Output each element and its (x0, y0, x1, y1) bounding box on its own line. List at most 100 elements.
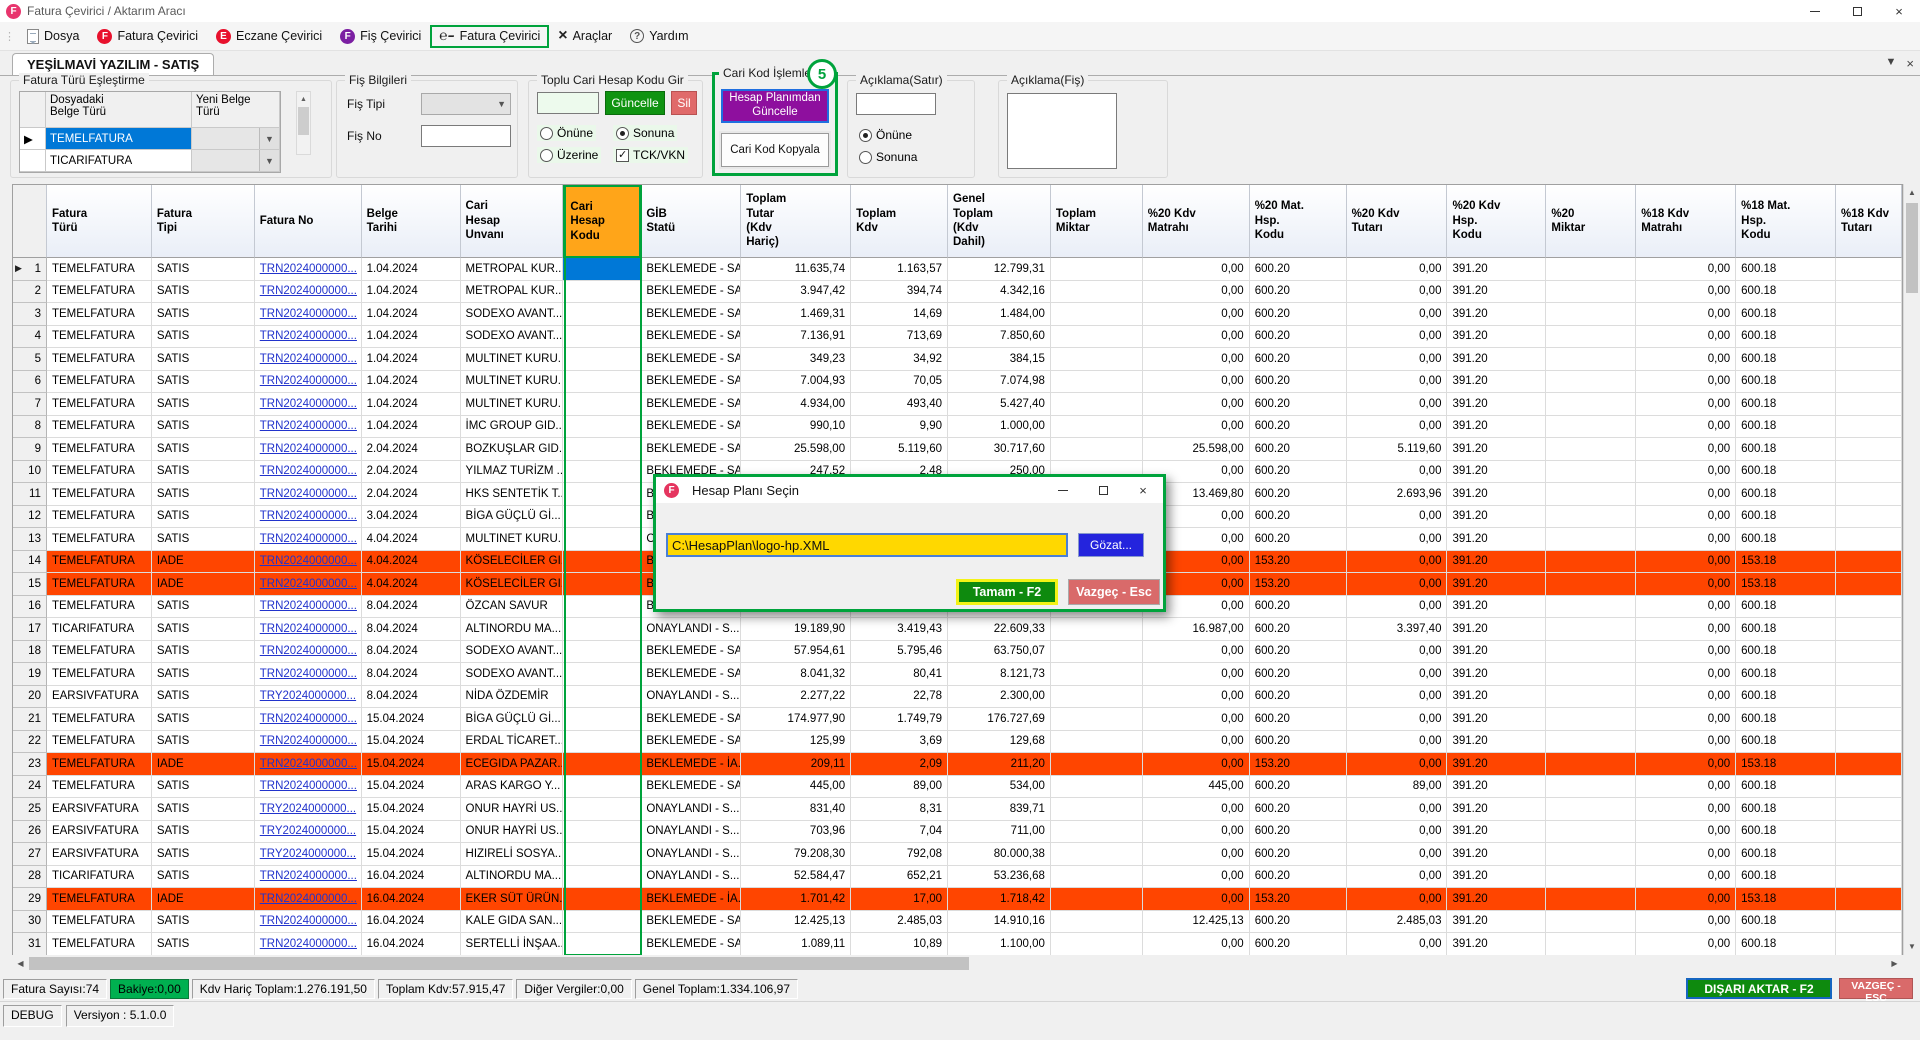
column-header[interactable]: %20 Mat. Hsp. Kodu (1250, 185, 1347, 258)
row-header[interactable]: 16 (13, 596, 47, 619)
disari-aktar-button[interactable]: DIŞARI AKTAR - F2 (1686, 978, 1832, 999)
table-row[interactable]: 31TEMELFATURASATISTRN2024000000...16.04.… (13, 933, 1902, 956)
hesap-planimdan-guncelle-button[interactable]: Hesap Planımdan Güncelle (721, 89, 829, 123)
guncelle-button[interactable]: Güncelle (605, 91, 665, 115)
menu-item-fi-evirici[interactable]: FFiş Çevirici (331, 26, 430, 47)
scroll-up-icon[interactable]: ▲ (1904, 184, 1920, 201)
column-header[interactable]: Fatura Türü (47, 185, 152, 258)
row-header[interactable]: 30 (13, 911, 47, 934)
fatura-no-link[interactable]: TRN2024000000... (260, 713, 357, 725)
corner-header-cell[interactable] (13, 185, 47, 258)
column-header[interactable]: GİB Statü (641, 185, 741, 258)
fatura-no-link[interactable]: TRN2024000000... (260, 555, 357, 567)
table-row[interactable]: 7TEMELFATURASATISTRN2024000000...1.04.20… (13, 393, 1902, 416)
dialog-maximize-button[interactable] (1083, 477, 1123, 503)
chevron-down-icon[interactable]: ▼ (259, 128, 279, 149)
sil-button[interactable]: Sil (671, 91, 697, 115)
scrollbar-thumb[interactable] (29, 957, 969, 970)
fatura-no-link[interactable]: TRN2024000000... (260, 623, 357, 635)
radio-sonuna[interactable]: Sonuna (856, 149, 920, 165)
vertical-scrollbar[interactable]: ▲ ▼ (1903, 184, 1920, 955)
fatura-no-link[interactable]: TRN2024000000... (260, 263, 357, 275)
fatura-no-link[interactable]: TRY2024000000... (260, 690, 356, 702)
mini-grid-scrollbar[interactable]: ▲ (296, 91, 311, 155)
close-button[interactable]: × (1878, 0, 1920, 22)
row-header[interactable]: 21 (13, 708, 47, 731)
table-row[interactable]: 20EARSIVFATURASATISTRY2024000000...8.04.… (13, 686, 1902, 709)
row-header[interactable]: 3 (13, 303, 47, 326)
row-header[interactable]: 18 (13, 641, 47, 664)
column-header[interactable]: Cari Hesap Kodu (563, 185, 641, 258)
menu-item-fatura-evirici[interactable]: ℮–Fatura Çevirici (430, 25, 549, 48)
radio-sonuna[interactable]: Sonuna (613, 125, 677, 141)
column-header[interactable]: Genel Toplam (Kdv Dahil) (948, 185, 1051, 258)
hesap-plani-path-input[interactable]: C:\HesapPlan\logo-hp.XML (666, 533, 1068, 557)
column-header[interactable]: Toplam Miktar (1051, 185, 1143, 258)
fatura-no-link[interactable]: TRN2024000000... (260, 465, 357, 477)
belge-turu-row[interactable]: TICARIFATURA ▼ (20, 150, 280, 172)
table-row[interactable]: 25EARSIVFATURASATISTRY2024000000...15.04… (13, 798, 1902, 821)
fatura-no-link[interactable]: TRN2024000000... (260, 533, 357, 545)
table-row[interactable]: 21TEMELFATURASATISTRN2024000000...15.04.… (13, 708, 1902, 731)
scrollbar-thumb[interactable] (1906, 203, 1918, 293)
table-row[interactable]: 6TEMELFATURASATISTRN2024000000...1.04.20… (13, 371, 1902, 394)
row-header[interactable]: 25 (13, 798, 47, 821)
column-header[interactable]: %20 Miktar (1546, 185, 1636, 258)
menu-item-dosya[interactable]: Dosya (18, 26, 88, 47)
table-row[interactable]: 4TEMELFATURASATISTRN2024000000...1.04.20… (13, 326, 1902, 349)
fatura-no-link[interactable]: TRN2024000000... (260, 353, 357, 365)
table-row[interactable]: 2TEMELFATURASATISTRN2024000000...1.04.20… (13, 281, 1902, 304)
tab-close-icon[interactable]: × (1906, 56, 1914, 71)
row-header[interactable]: 9 (13, 438, 47, 461)
checkbox-tck-vkn[interactable]: TCK/VKN (613, 147, 688, 163)
yeni-belge-turu-combo[interactable]: ▼ (192, 150, 280, 172)
vazgec-esc-dialog-button[interactable]: Vazgeç - Esc (1068, 579, 1160, 605)
fatura-no-link[interactable]: TRN2024000000... (260, 645, 357, 657)
dosyadaki-belge-turu-cell[interactable]: TEMELFATURA (46, 128, 192, 150)
row-header[interactable]: 24 (13, 776, 47, 799)
scroll-up-icon[interactable]: ▲ (297, 92, 310, 107)
row-header[interactable]: 17 (13, 618, 47, 641)
row-header[interactable]: 6 (13, 371, 47, 394)
chevron-down-icon[interactable]: ▼ (259, 150, 279, 171)
belge-turu-row[interactable]: ▶ TEMELFATURA ▼ (20, 128, 280, 150)
aciklama-fis-textarea[interactable] (1007, 93, 1117, 169)
column-header[interactable]: Fatura No (255, 185, 362, 258)
fatura-no-link[interactable]: TRN2024000000... (260, 938, 357, 950)
row-header[interactable]: 13 (13, 528, 47, 551)
row-header[interactable]: 4 (13, 326, 47, 349)
menu-item-eczane-evirici[interactable]: EEczane Çevirici (207, 26, 331, 47)
fatura-no-link[interactable]: TRN2024000000... (260, 600, 357, 612)
dialog-close-button[interactable]: × (1123, 477, 1163, 503)
row-header[interactable]: 12 (13, 506, 47, 529)
row-header[interactable]: 10 (13, 461, 47, 484)
radio-onune[interactable]: Önüne (856, 127, 915, 143)
maximize-button[interactable] (1836, 0, 1878, 22)
fatura-no-link[interactable]: TRN2024000000... (260, 330, 357, 342)
row-header[interactable]: 2 (13, 281, 47, 304)
table-row[interactable]: 19TEMELFATURASATISTRN2024000000...8.04.2… (13, 663, 1902, 686)
table-row[interactable]: 28TICARIFATURASATISTRN2024000000...16.04… (13, 866, 1902, 889)
column-header[interactable]: Toplam Kdv (851, 185, 948, 258)
table-row[interactable]: 30TEMELFATURASATISTRN2024000000...16.04.… (13, 911, 1902, 934)
yeni-belge-turu-combo[interactable]: ▼ (192, 128, 280, 150)
row-header[interactable]: 8 (13, 416, 47, 439)
minimize-button[interactable] (1794, 0, 1836, 22)
row-header[interactable]: 29 (13, 888, 47, 911)
fatura-no-link[interactable]: TRN2024000000... (260, 735, 357, 747)
column-header[interactable]: Cari Hesap Unvanı (461, 185, 564, 258)
fis-no-input[interactable] (421, 125, 511, 147)
fatura-no-link[interactable]: TRN2024000000... (260, 510, 357, 522)
fatura-no-link[interactable]: TRY2024000000... (260, 848, 356, 860)
table-row[interactable]: 8TEMELFATURASATISTRN2024000000...1.04.20… (13, 416, 1902, 439)
row-header[interactable]: 27 (13, 843, 47, 866)
row-header[interactable]: 15 (13, 573, 47, 596)
table-row[interactable]: 22TEMELFATURASATISTRN2024000000...15.04.… (13, 731, 1902, 754)
column-header[interactable]: %18 Kdv Matrahı (1636, 185, 1736, 258)
column-header[interactable]: %20 Kdv Hsp. Kodu (1447, 185, 1546, 258)
column-header[interactable]: Fatura Tipi (152, 185, 255, 258)
fatura-no-link[interactable]: TRN2024000000... (260, 915, 357, 927)
gozat-button[interactable]: Gözat... (1078, 533, 1144, 557)
table-row[interactable]: ▶1TEMELFATURASATISTRN2024000000...1.04.2… (13, 258, 1902, 281)
table-row[interactable]: 17TICARIFATURASATISTRN2024000000...8.04.… (13, 618, 1902, 641)
